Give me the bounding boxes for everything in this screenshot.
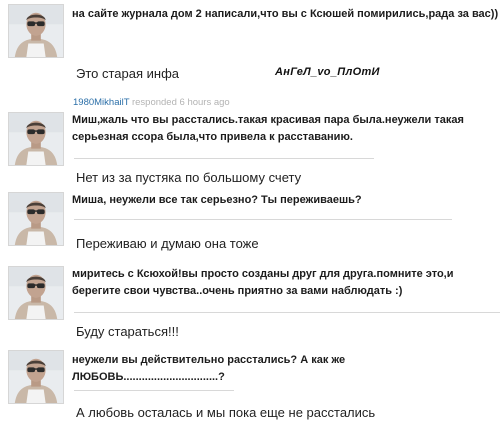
answer-text: Буду стараться!!! bbox=[76, 324, 179, 339]
question-text: Миша, неужели все так серьезно? Ты переж… bbox=[72, 194, 362, 206]
answer-text: Это старая инфа bbox=[76, 66, 180, 81]
question-text: миритесь с Ксюхой!вы просто созданы друг… bbox=[72, 268, 454, 297]
avatar[interactable] bbox=[8, 4, 64, 58]
divider bbox=[74, 158, 374, 159]
meta-username-link[interactable]: 1980MikhailT bbox=[73, 97, 129, 108]
question-text: на сайте журнала дом 2 написали,что вы с… bbox=[72, 8, 499, 20]
divider bbox=[74, 219, 452, 220]
avatar[interactable] bbox=[8, 112, 64, 166]
response-meta: 1980MikhailT responded 6 hours ago bbox=[73, 97, 230, 108]
user-photo-icon bbox=[9, 351, 63, 403]
user-photo-icon bbox=[9, 193, 63, 245]
question-text: Миш,жаль что вы расстались.такая красива… bbox=[72, 114, 464, 143]
user-photo-icon bbox=[9, 267, 63, 319]
divider bbox=[74, 312, 500, 313]
meta-time: 6 hours ago bbox=[179, 97, 230, 108]
answer-text: Переживаю и думаю она тоже bbox=[76, 236, 259, 251]
avatar[interactable] bbox=[8, 350, 64, 404]
answer-text: Нет из за пустяка по большому счету bbox=[76, 170, 302, 185]
avatar[interactable] bbox=[8, 192, 64, 246]
question-text: неужели вы действительно расстались? А к… bbox=[72, 354, 346, 383]
signature-label: АнГеЛ_vo_ПлОтИ bbox=[275, 66, 380, 78]
meta-action: responded bbox=[131, 97, 177, 108]
divider bbox=[74, 390, 234, 391]
user-photo-icon bbox=[9, 5, 63, 57]
user-photo-icon bbox=[9, 113, 63, 165]
avatar[interactable] bbox=[8, 266, 64, 320]
answer-text: А любовь осталась и мы пока еще не расст… bbox=[76, 405, 376, 420]
